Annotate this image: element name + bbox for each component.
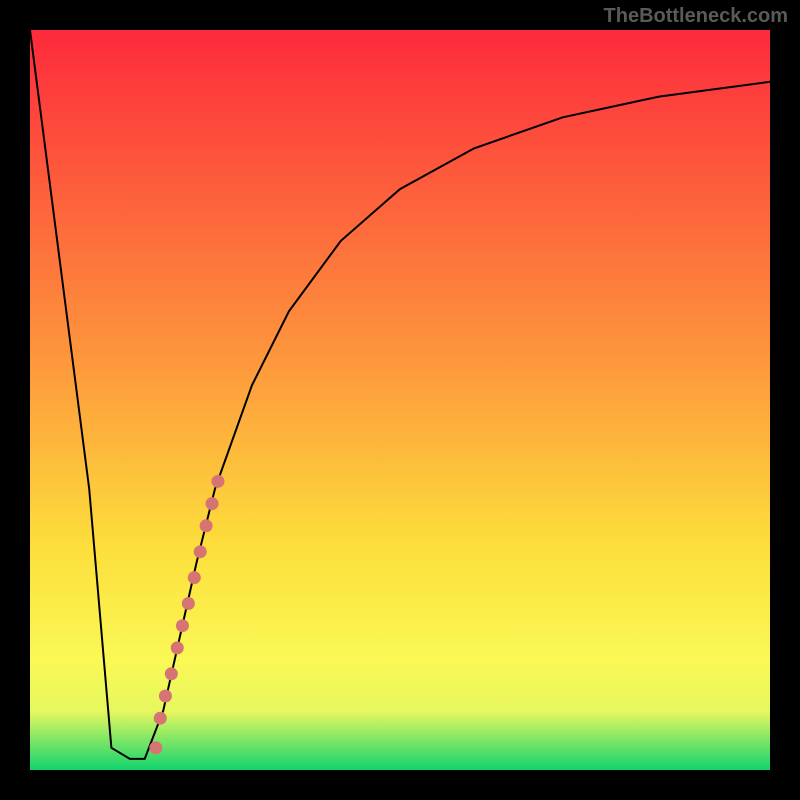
bottleneck-chart: TheBottleneck.com xyxy=(0,0,800,800)
data-dot xyxy=(206,497,219,510)
gradient-background xyxy=(30,30,770,770)
watermark-text: TheBottleneck.com xyxy=(604,5,788,27)
data-dot xyxy=(194,545,207,558)
data-dot xyxy=(182,597,195,610)
data-dot xyxy=(188,571,201,584)
data-dot xyxy=(211,475,224,488)
data-dot xyxy=(149,741,162,754)
data-dot xyxy=(165,667,178,680)
data-dot xyxy=(200,519,213,532)
data-dot xyxy=(171,641,184,654)
data-dot xyxy=(154,712,167,725)
data-dot xyxy=(159,690,172,703)
data-dot xyxy=(176,619,189,632)
